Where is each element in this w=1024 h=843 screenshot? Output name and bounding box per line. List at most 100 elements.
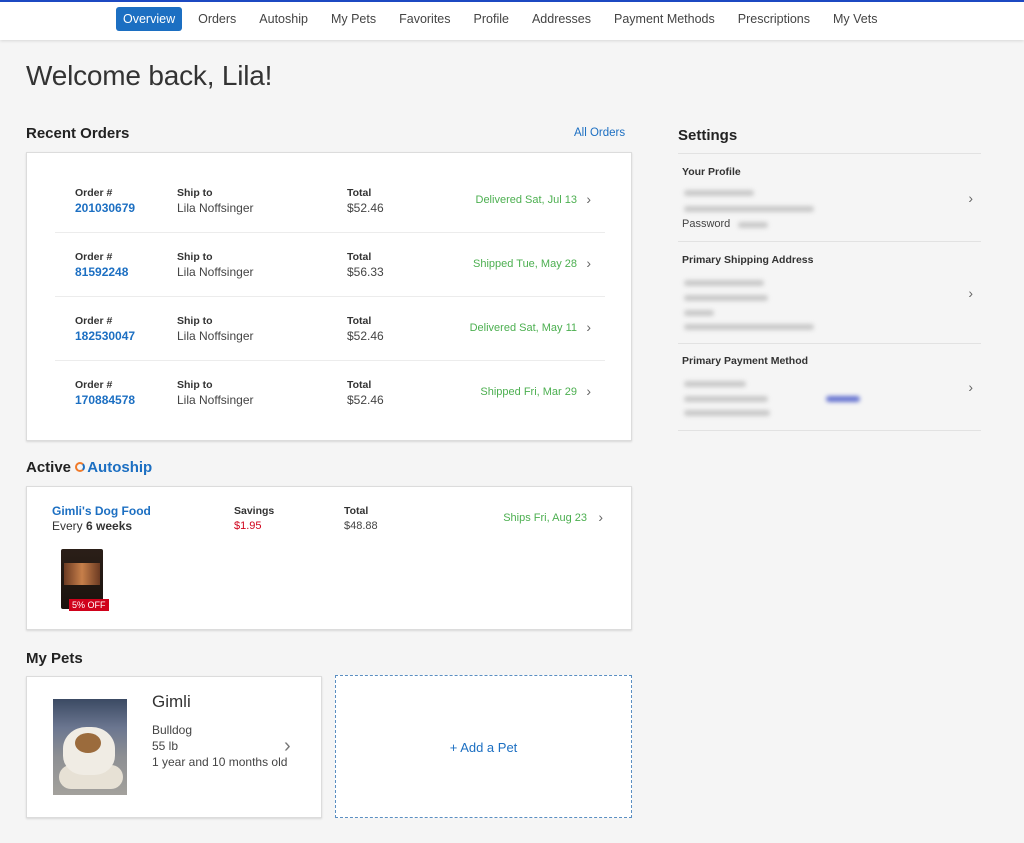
ship-to-name: Lila Noffsinger <box>177 393 254 407</box>
tab-profile[interactable]: Profile <box>467 7 516 31</box>
pet-weight: 55 lb <box>152 739 179 753</box>
chevron-right-icon[interactable]: › <box>586 383 591 399</box>
savings-label: Savings <box>234 505 275 517</box>
order-status: Shipped Tue, May 28 <box>473 258 577 270</box>
settings-shipping-title: Primary Shipping Address <box>682 254 814 266</box>
autoship-total-value: $48.88 <box>344 520 378 532</box>
all-orders-link[interactable]: All Orders <box>574 127 625 139</box>
pet-age: 1 year and 10 months old <box>152 755 288 769</box>
total-label: Total <box>347 187 372 199</box>
order-total: $52.46 <box>347 393 384 407</box>
order-row[interactable]: Order # 81592248 Ship to Lila Noffsinger… <box>55 233 605 297</box>
ship-to-label: Ship to <box>177 315 213 327</box>
order-number[interactable]: 81592248 <box>75 265 128 279</box>
redacted-text <box>684 310 714 316</box>
order-status: Shipped Fri, Mar 29 <box>480 386 577 398</box>
nav-tabs: Overview Orders Autoship My Pets Favorit… <box>116 7 893 31</box>
chevron-right-icon[interactable]: › <box>284 735 291 758</box>
savings-value: $1.95 <box>234 520 262 532</box>
order-number-label: Order # <box>75 251 113 263</box>
ship-to-label: Ship to <box>177 251 213 263</box>
redacted-text <box>684 280 764 286</box>
redacted-text <box>738 222 768 228</box>
total-label: Total <box>347 315 372 327</box>
chevron-right-icon[interactable]: › <box>968 285 973 301</box>
chevron-right-icon[interactable]: › <box>586 255 591 271</box>
order-status: Delivered Sat, Jul 13 <box>475 194 578 206</box>
autoship-frequency-prefix: Every <box>52 519 83 533</box>
tab-favorites[interactable]: Favorites <box>392 7 457 31</box>
autoship-total-label: Total <box>344 505 369 517</box>
settings-payment-title: Primary Payment Method <box>682 355 809 367</box>
pet-photo-patch <box>75 733 101 753</box>
chevron-right-icon[interactable]: › <box>968 379 973 395</box>
order-number-label: Order # <box>75 187 113 199</box>
my-pets-heading: My Pets <box>26 650 83 667</box>
autoship-heading-prefix: Active <box>26 459 72 476</box>
pet-name: Gimli <box>152 692 191 711</box>
order-number[interactable]: 170884578 <box>75 393 135 407</box>
order-number-label: Order # <box>75 379 113 391</box>
redacted-text <box>684 381 746 387</box>
autoship-heading: Active Autoship <box>26 459 152 476</box>
order-row[interactable]: Order # 201030679 Ship to Lila Noffsinge… <box>55 169 605 233</box>
page-title: Welcome back, Lila! <box>26 60 273 91</box>
redacted-text <box>684 396 768 402</box>
add-pet-label: + Add a Pet <box>449 740 518 755</box>
pet-card[interactable]: Gimli Bulldog 55 lb 1 year and 10 months… <box>26 676 322 818</box>
total-label: Total <box>347 379 372 391</box>
ship-to-name: Lila Noffsinger <box>177 201 254 215</box>
autoship-status: Ships Fri, Aug 23 <box>503 512 587 524</box>
autoship-icon <box>75 462 86 472</box>
chevron-right-icon[interactable]: › <box>598 509 603 525</box>
settings-password-label: Password <box>682 218 731 230</box>
chevron-right-icon[interactable]: › <box>586 191 591 207</box>
tab-prescriptions[interactable]: Prescriptions <box>731 7 817 31</box>
settings-heading: Settings <box>678 127 738 144</box>
redacted-text <box>684 206 814 212</box>
autoship-card: Gimli's Dog Food Every 6 weeks 5% OFF Sa… <box>26 486 632 630</box>
tab-payment-methods[interactable]: Payment Methods <box>607 7 722 31</box>
order-number[interactable]: 182530047 <box>75 329 135 343</box>
product-label-strip <box>64 563 100 585</box>
redacted-text <box>684 410 770 416</box>
autoship-frequency-value: 6 weeks <box>86 519 133 533</box>
ship-to-label: Ship to <box>177 187 213 199</box>
top-nav: Overview Orders Autoship My Pets Favorit… <box>0 0 1024 40</box>
order-status: Delivered Sat, May 11 <box>469 322 577 334</box>
tab-overview[interactable]: Overview <box>116 7 183 31</box>
tab-my-pets[interactable]: My Pets <box>324 7 383 31</box>
chevron-right-icon[interactable]: › <box>586 319 591 335</box>
total-label: Total <box>347 251 372 263</box>
redacted-text <box>684 190 754 196</box>
chevron-right-icon[interactable]: › <box>968 190 973 206</box>
discount-badge: 5% OFF <box>69 599 109 611</box>
order-row[interactable]: Order # 182530047 Ship to Lila Noffsinge… <box>55 297 605 361</box>
order-number-label: Order # <box>75 315 113 327</box>
order-number[interactable]: 201030679 <box>75 201 135 215</box>
pet-photo <box>53 699 127 795</box>
settings-shipping-address[interactable]: Primary Shipping Address › <box>678 241 981 343</box>
tab-my-vets[interactable]: My Vets <box>826 7 884 31</box>
order-total: $52.46 <box>347 201 384 215</box>
order-row[interactable]: Order # 170884578 Ship to Lila Noffsinge… <box>55 361 605 425</box>
pet-breed: Bulldog <box>152 723 193 737</box>
autoship-frequency: Every 6 weeks <box>52 519 132 533</box>
add-pet-button[interactable]: + Add a Pet <box>335 675 632 818</box>
ship-to-label: Ship to <box>177 379 213 391</box>
card-brand-icon <box>826 396 860 402</box>
autoship-logo: Autoship <box>75 459 152 476</box>
autoship-brand: Autoship <box>87 459 153 476</box>
tab-autoship[interactable]: Autoship <box>252 7 315 31</box>
autoship-item-name[interactable]: Gimli's Dog Food <box>52 504 151 518</box>
order-total: $52.46 <box>347 329 384 343</box>
recent-orders-heading: Recent Orders <box>26 125 130 142</box>
ship-to-name: Lila Noffsinger <box>177 265 254 279</box>
settings-profile[interactable]: Your Profile Password › <box>678 153 981 241</box>
redacted-text <box>684 295 768 301</box>
tab-orders[interactable]: Orders <box>191 7 243 31</box>
settings-profile-title: Your Profile <box>682 166 741 178</box>
settings-payment-method[interactable]: Primary Payment Method › <box>678 343 981 431</box>
redacted-text <box>684 324 814 330</box>
tab-addresses[interactable]: Addresses <box>525 7 598 31</box>
